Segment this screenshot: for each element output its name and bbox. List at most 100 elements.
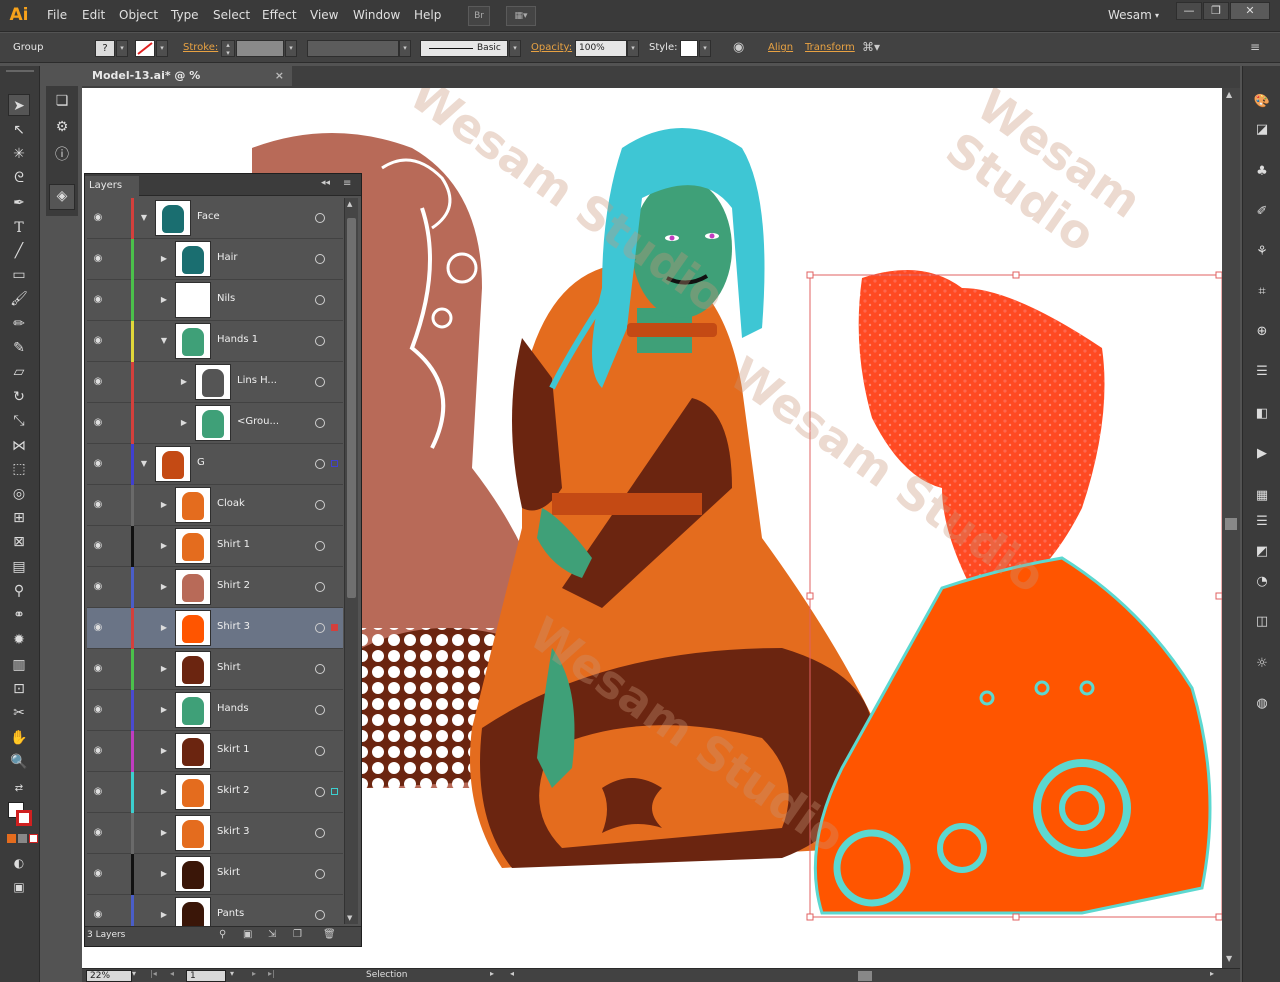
chevron-down-icon[interactable]: ▾ bbox=[699, 40, 711, 57]
menu-select[interactable]: Select bbox=[213, 8, 250, 22]
layer-name[interactable]: Hands bbox=[217, 703, 249, 714]
stroke-label[interactable]: Stroke: bbox=[183, 42, 218, 53]
lasso-icon[interactable]: ᘓ bbox=[8, 167, 30, 189]
selection-tool-icon[interactable]: ➤ bbox=[8, 94, 30, 116]
chevron-down-icon[interactable]: ▾ bbox=[285, 40, 297, 57]
workspace-switcher[interactable]: Wesam bbox=[1108, 8, 1152, 22]
sun-icon[interactable]: ☼ bbox=[1252, 654, 1272, 674]
layer-name[interactable]: Shirt 3 bbox=[217, 621, 250, 632]
menu-window[interactable]: Window bbox=[353, 8, 400, 22]
last-artboard-icon[interactable]: ▸| bbox=[268, 969, 275, 978]
horizontal-scroll-thumb[interactable] bbox=[858, 971, 872, 981]
artboard-tool-icon[interactable]: ⊡ bbox=[8, 678, 30, 700]
expand-triangle-icon[interactable]: ▶ bbox=[159, 663, 169, 675]
target-icon[interactable] bbox=[315, 910, 325, 920]
gradient-icon[interactable]: ▤ bbox=[8, 556, 30, 578]
menu-edit[interactable]: Edit bbox=[82, 8, 105, 22]
target-icon[interactable] bbox=[315, 213, 325, 223]
layer-row[interactable]: ◉ ▶ Skirt bbox=[87, 854, 343, 895]
target-icon[interactable] bbox=[315, 664, 325, 674]
document-tab[interactable]: Model-13.ai* @ % (RGB/Preview) × bbox=[82, 66, 292, 102]
canvas-vertical-scrollbar[interactable]: ▲ ▼ bbox=[1222, 88, 1240, 968]
stroke-weight-stepper[interactable]: ▴ ▾ bbox=[221, 40, 235, 57]
layer-name[interactable]: Shirt 1 bbox=[217, 539, 250, 550]
links-icon[interactable]: ⊕ bbox=[1252, 322, 1272, 342]
selected-art-indicator[interactable] bbox=[331, 460, 338, 467]
menu-file[interactable]: File bbox=[47, 8, 67, 22]
expand-triangle-icon[interactable]: ▶ bbox=[159, 499, 169, 511]
layer-row[interactable]: ◉ ▶ Lins H... bbox=[87, 362, 343, 403]
color-guide-icon[interactable]: ◪ bbox=[1252, 120, 1272, 140]
restore-button[interactable]: ❐ bbox=[1203, 2, 1229, 20]
visibility-eye-icon[interactable]: ◉ bbox=[91, 540, 105, 552]
layers-panel-icon[interactable]: ◈ bbox=[49, 184, 75, 210]
target-icon[interactable] bbox=[315, 254, 325, 264]
appearance-icon[interactable]: ◫ bbox=[1252, 612, 1272, 632]
visibility-eye-icon[interactable]: ◉ bbox=[91, 417, 105, 429]
layer-name[interactable]: Skirt 1 bbox=[217, 744, 250, 755]
target-icon[interactable] bbox=[315, 377, 325, 387]
collapse-panel-icon[interactable]: ◂◂ bbox=[321, 178, 330, 188]
visibility-eye-icon[interactable]: ◉ bbox=[91, 663, 105, 675]
layers-scroll-thumb[interactable] bbox=[347, 218, 356, 598]
target-icon[interactable] bbox=[315, 582, 325, 592]
layers-tab[interactable]: Layers bbox=[85, 176, 139, 196]
eraser-icon[interactable]: ▱ bbox=[8, 361, 30, 383]
locate-object-icon[interactable]: ⚲ bbox=[219, 929, 226, 940]
expand-triangle-icon[interactable]: ▶ bbox=[159, 294, 169, 306]
chevron-down-icon[interactable]: ▾ bbox=[1155, 11, 1159, 20]
target-icon[interactable] bbox=[315, 746, 325, 756]
layer-row[interactable]: ◉ ▶ Cloak bbox=[87, 485, 343, 526]
visibility-eye-icon[interactable]: ◉ bbox=[91, 909, 105, 921]
target-icon[interactable] bbox=[315, 787, 325, 797]
direct-selection-tool-icon[interactable]: ↖ bbox=[8, 119, 30, 141]
fill-swatch[interactable]: ? bbox=[95, 40, 115, 57]
layer-row[interactable]: ◉ ▶ Nils bbox=[87, 280, 343, 321]
blend-icon[interactable]: ⚭ bbox=[8, 604, 30, 626]
visibility-eye-icon[interactable]: ◉ bbox=[91, 253, 105, 265]
expand-triangle-icon[interactable]: ▶ bbox=[159, 827, 169, 839]
layer-row[interactable]: ◉ ▶ <Grou... bbox=[87, 403, 343, 444]
stroke-color-icon[interactable] bbox=[16, 810, 32, 826]
layers-scrollbar[interactable]: ▲ ▼ bbox=[344, 198, 358, 924]
menu-object[interactable]: Object bbox=[119, 8, 158, 22]
visibility-eye-icon[interactable]: ◉ bbox=[91, 868, 105, 880]
actions-icon[interactable]: ▶ bbox=[1252, 444, 1272, 464]
isolate-group-icon[interactable]: ⌘▾ bbox=[862, 40, 880, 54]
layer-row[interactable]: ◉ ▶ Shirt 2 bbox=[87, 567, 343, 608]
chevron-down-icon[interactable]: ▾ bbox=[509, 40, 521, 57]
menu-effect[interactable]: Effect bbox=[262, 8, 297, 22]
selected-art-indicator[interactable] bbox=[331, 624, 338, 631]
scroll-right-icon[interactable]: ▸ bbox=[1210, 969, 1214, 978]
layer-name[interactable]: Hands 1 bbox=[217, 334, 258, 345]
brushes-icon[interactable]: ✐ bbox=[1252, 202, 1272, 222]
new-sublayer-icon[interactable]: ⇲ bbox=[268, 929, 276, 940]
expand-triangle-icon[interactable]: ▶ bbox=[179, 376, 189, 388]
status-menu-icon[interactable]: ▸ bbox=[490, 969, 494, 978]
layer-row[interactable]: ◉ ▶ Skirt 3 bbox=[87, 813, 343, 854]
pencil-icon[interactable]: ✏ bbox=[8, 313, 30, 335]
close-button[interactable]: ✕ bbox=[1230, 2, 1270, 20]
expand-triangle-icon[interactable]: ▶ bbox=[159, 622, 169, 634]
scroll-up-icon[interactable]: ▲ bbox=[1226, 90, 1232, 99]
column-graph-icon[interactable]: ▥ bbox=[8, 654, 30, 676]
layer-row[interactable]: ◉ ▶ Shirt 3 bbox=[87, 608, 343, 649]
expand-triangle-icon[interactable]: ▶ bbox=[179, 417, 189, 429]
layer-name[interactable]: Face bbox=[197, 211, 220, 222]
arrange-documents-icon[interactable]: ▦▾ bbox=[506, 6, 536, 26]
color-panel-icon[interactable]: 🎨 bbox=[1252, 92, 1272, 112]
vertical-scroll-thumb[interactable] bbox=[1225, 518, 1237, 530]
target-icon[interactable] bbox=[315, 869, 325, 879]
expand-triangle-icon[interactable]: ▶ bbox=[159, 540, 169, 552]
layer-name[interactable]: Lins H... bbox=[237, 375, 277, 386]
minimize-button[interactable]: — bbox=[1176, 2, 1202, 20]
visibility-eye-icon[interactable]: ◉ bbox=[91, 376, 105, 388]
target-icon[interactable] bbox=[315, 623, 325, 633]
none-mode-icon[interactable] bbox=[29, 834, 38, 843]
menu-help[interactable]: Help bbox=[414, 8, 441, 22]
transparency-grid-icon[interactable]: ▦ bbox=[1252, 486, 1272, 506]
layer-row[interactable]: ◉ ▼ Face bbox=[87, 198, 343, 239]
graphic-style-swatch[interactable] bbox=[680, 40, 698, 57]
chevron-down-icon[interactable]: ▾ bbox=[116, 40, 128, 57]
eyedropper-icon[interactable]: ⚲ bbox=[8, 580, 30, 602]
